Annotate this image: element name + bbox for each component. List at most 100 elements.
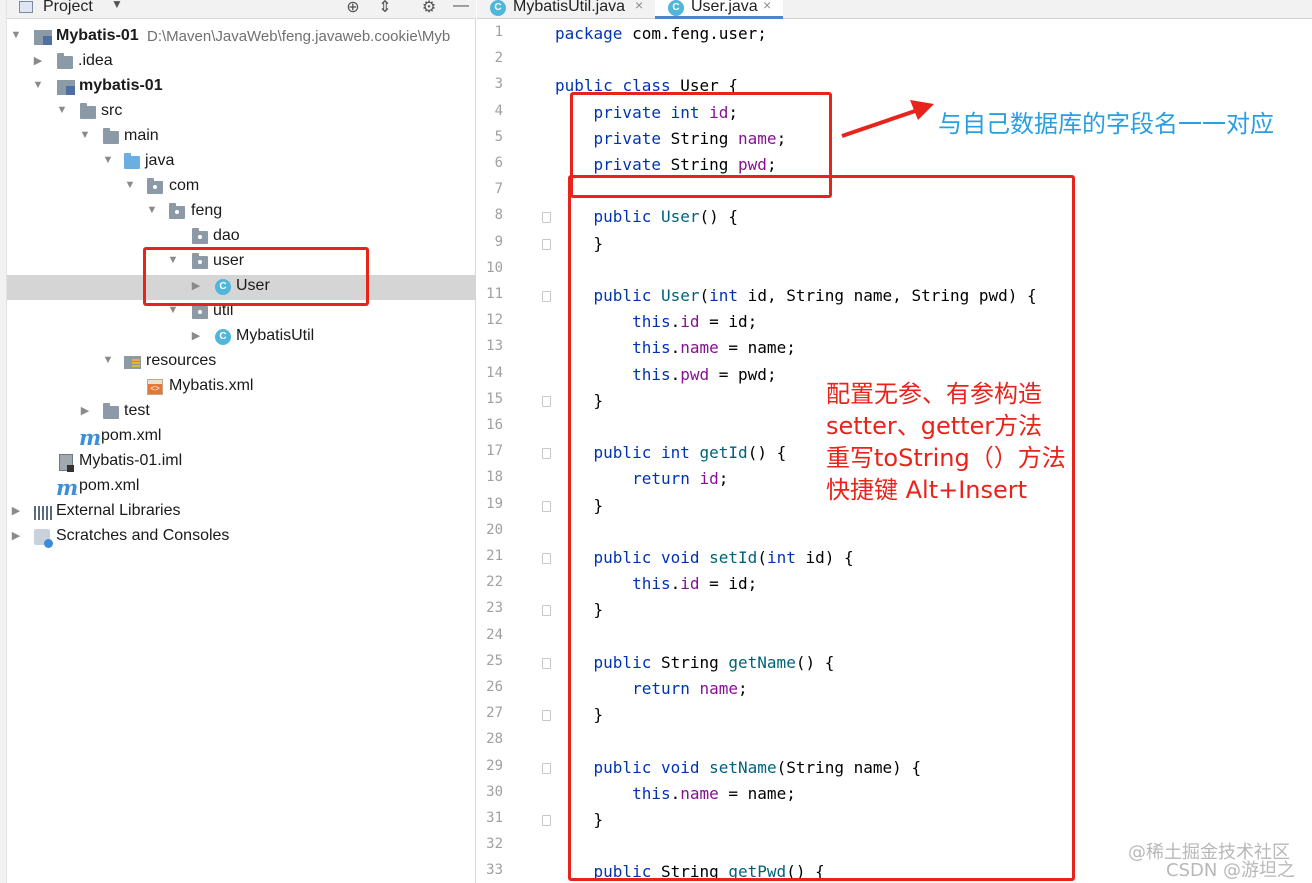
chevron-down-icon[interactable]: ▼ bbox=[111, 0, 123, 11]
folder-icon bbox=[103, 403, 119, 419]
fold-marker-icon[interactable] bbox=[542, 395, 551, 407]
tree-item-external-libraries[interactable]: ▶ External Libraries bbox=[7, 500, 476, 525]
fold-marker-icon[interactable] bbox=[542, 815, 551, 826]
scratches-icon bbox=[34, 529, 53, 548]
expand-arrow-icon[interactable]: ▼ bbox=[10, 29, 22, 41]
tree-item-label: MybatisUtil bbox=[236, 327, 315, 344]
tree-item-project-root[interactable]: ▼ Mybatis-01 D:\Maven\JavaWeb\feng.javaw… bbox=[7, 25, 476, 50]
expand-arrow-icon[interactable]: ▼ bbox=[32, 79, 44, 91]
tab-user-java[interactable]: C User.java × bbox=[655, 0, 783, 19]
expand-arrow-icon[interactable]: ▼ bbox=[102, 154, 114, 166]
tree-item-label: .idea bbox=[78, 52, 113, 69]
locate-icon[interactable]: ⊕ bbox=[343, 0, 363, 17]
folder-icon bbox=[103, 128, 119, 144]
fold-marker-icon[interactable] bbox=[542, 710, 551, 722]
methods-annotation-line: 快捷键 Alt+Insert bbox=[826, 476, 1028, 504]
tab-mybatisutil[interactable]: C MybatisUtil.java × bbox=[477, 0, 652, 19]
fold-marker-icon[interactable] bbox=[542, 500, 551, 512]
tree-item-scratches[interactable]: ▶ Scratches and Consoles bbox=[7, 525, 476, 550]
fold-marker-icon[interactable] bbox=[542, 605, 551, 617]
tree-item-feng[interactable]: ▼ feng bbox=[7, 200, 476, 225]
tree-item-main[interactable]: ▼ main bbox=[7, 125, 476, 150]
line-number: 17 bbox=[486, 443, 503, 460]
collapsed-arrow-icon[interactable]: ▶ bbox=[10, 529, 22, 542]
project-panel-header: Project ▼ ⊕ ⇕ ⚙ — bbox=[7, 0, 476, 19]
tree-item-resources[interactable]: ▼ resources bbox=[7, 350, 476, 375]
tree-item-label: pom.xml bbox=[101, 427, 162, 444]
tree-item-label: src bbox=[101, 102, 123, 119]
tree-item-idea[interactable]: ▶ .idea bbox=[7, 50, 476, 75]
line-number: 33 bbox=[486, 862, 503, 879]
tree-item-module-pom[interactable]: m pom.xml bbox=[7, 425, 476, 450]
close-icon[interactable]: × bbox=[763, 0, 771, 13]
line-number: 5 bbox=[494, 128, 503, 145]
tree-item-mybatis-module[interactable]: ▼ mybatis-01 bbox=[7, 75, 476, 100]
project-panel-title[interactable]: Project bbox=[43, 0, 93, 16]
java-class-icon: C bbox=[215, 329, 231, 345]
highlight-box-methods bbox=[568, 175, 1075, 881]
fold-marker-icon[interactable] bbox=[542, 212, 551, 224]
package-icon bbox=[147, 178, 163, 194]
fold-marker-icon[interactable] bbox=[542, 291, 551, 302]
collapsed-arrow-icon[interactable]: ▶ bbox=[32, 54, 44, 67]
close-icon[interactable]: × bbox=[635, 0, 643, 13]
folder-icon bbox=[57, 53, 73, 69]
tool-window-strip bbox=[0, 0, 7, 883]
tree-item-mybatis-xml[interactable]: Mybatis.xml bbox=[7, 375, 476, 400]
line-number: 4 bbox=[494, 102, 503, 119]
tree-item-test[interactable]: ▶ test bbox=[7, 400, 476, 425]
tree-item-label: dao bbox=[213, 227, 240, 244]
minimize-icon[interactable]: — bbox=[451, 0, 471, 15]
methods-annotation: 配置无参、有参构造 setter、getter方法 重写toString（）方法… bbox=[826, 378, 1066, 506]
tree-item-mybatisutil[interactable]: ▶ C MybatisUtil bbox=[7, 325, 476, 350]
tree-item-src[interactable]: ▼ src bbox=[7, 100, 476, 125]
expand-arrow-icon[interactable]: ▼ bbox=[79, 129, 91, 141]
tree-item-label: pom.xml bbox=[79, 477, 140, 494]
iml-file-icon bbox=[59, 454, 74, 472]
tree-item-label: Scratches and Consoles bbox=[56, 527, 230, 544]
source-folder-icon bbox=[124, 153, 140, 169]
tree-item-iml[interactable]: Mybatis-01.iml bbox=[7, 450, 476, 475]
line-number: 7 bbox=[494, 181, 503, 198]
collapsed-arrow-icon[interactable]: ▶ bbox=[190, 329, 202, 342]
expand-arrow-icon[interactable]: ▼ bbox=[56, 104, 68, 116]
code-line[interactable]: package com.feng.user; bbox=[555, 24, 767, 43]
gear-icon[interactable]: ⚙ bbox=[419, 0, 439, 17]
arrow-annotation-icon bbox=[841, 100, 934, 138]
module-folder-icon bbox=[34, 30, 52, 45]
fold-marker-icon[interactable] bbox=[542, 448, 551, 460]
tree-item-label: resources bbox=[146, 352, 217, 369]
fold-marker-icon[interactable] bbox=[542, 238, 551, 250]
expand-arrow-icon[interactable]: ▼ bbox=[102, 354, 114, 366]
tree-item-root-pom[interactable]: m pom.xml bbox=[7, 475, 476, 500]
line-number: 27 bbox=[486, 705, 503, 722]
fold-marker-icon[interactable] bbox=[542, 657, 551, 669]
line-number: 31 bbox=[486, 810, 503, 826]
xml-file-icon bbox=[147, 379, 163, 395]
tree-item-com[interactable]: ▼ com bbox=[7, 175, 476, 200]
line-number: 14 bbox=[486, 364, 503, 381]
methods-annotation-line: 重写toString（）方法 bbox=[826, 444, 1066, 472]
tree-item-label: External Libraries bbox=[56, 502, 181, 519]
line-number: 20 bbox=[486, 521, 503, 538]
package-icon bbox=[192, 303, 208, 319]
tree-item-java[interactable]: ▼ java bbox=[7, 150, 476, 175]
line-number: 18 bbox=[486, 469, 503, 486]
library-icon bbox=[34, 506, 52, 520]
fold-marker-icon[interactable] bbox=[542, 762, 551, 774]
line-number: 25 bbox=[486, 652, 503, 669]
line-number: 16 bbox=[486, 417, 503, 433]
collapsed-arrow-icon[interactable]: ▶ bbox=[10, 504, 22, 517]
collapse-all-icon[interactable]: ⇕ bbox=[375, 0, 395, 17]
tree-item-label: mybatis-01 bbox=[79, 77, 163, 94]
tree-item-label: Mybatis.xml bbox=[169, 377, 254, 394]
line-number: 22 bbox=[486, 574, 503, 591]
expand-arrow-icon[interactable]: ▼ bbox=[146, 204, 158, 216]
line-number: 15 bbox=[486, 390, 503, 407]
line-number: 1 bbox=[494, 24, 503, 40]
line-number: 11 bbox=[486, 286, 503, 302]
expand-arrow-icon[interactable]: ▼ bbox=[124, 179, 136, 191]
maven-icon: m bbox=[79, 425, 102, 450]
collapsed-arrow-icon[interactable]: ▶ bbox=[79, 404, 91, 417]
fold-marker-icon[interactable] bbox=[542, 553, 551, 564]
